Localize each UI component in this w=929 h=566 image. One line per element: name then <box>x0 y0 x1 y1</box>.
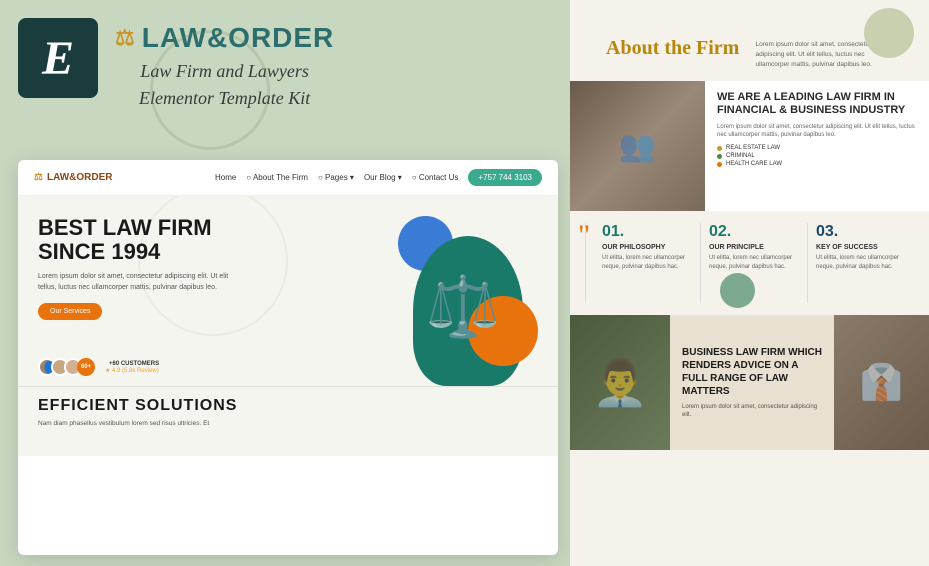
nav-link-pages[interactable]: ○ Pages ▾ <box>318 173 354 182</box>
preview-bottom: EFFICIENT SOLUTIONS Nam diam phasellus v… <box>18 386 558 456</box>
phil-label-1: OUR PHILOSOPHY <box>602 244 692 251</box>
deco-circle-1 <box>150 30 270 150</box>
nav-brand-name: LAW&ORDER <box>47 172 113 183</box>
about-section: About the Firm Lorem ipsum dolor sit ame… <box>586 16 913 69</box>
leading-image: 👥 <box>570 81 705 211</box>
leading-image-inner: 👥 <box>570 81 705 211</box>
phil-label-3: KEY OF SUCCESS <box>816 244 906 251</box>
nav-link-contact[interactable]: ○ Contact Us <box>412 173 459 182</box>
leading-tags: REAL ESTATE LAW CRIMINAL HEALTH CARE LAW <box>717 145 917 167</box>
preview-hero: BEST LAW FIRM SINCE 1994 Lorem ipsum dol… <box>18 196 558 386</box>
phil-body-2: Ut elitta, lorem nec ullamcorper neque, … <box>709 254 799 271</box>
phil-label-2: OUR PRINCIPLE <box>709 244 799 251</box>
avatar-count: 60+ <box>77 358 95 376</box>
leading-title: WE ARE A LEADING LAW FIRM IN FINANCIAL &… <box>717 91 917 117</box>
elementor-e-letter: E <box>42 31 74 86</box>
preview-nav: ⚖ LAW&ORDER Home ○ About The Firm ○ Page… <box>18 160 558 196</box>
phil-item-1: 01. OUR PHILOSOPHY Ut elitta, lorem nec … <box>585 223 700 303</box>
right-bottom: 👨‍💼 BUSINESS LAW FIRM WHICH RENDERS ADVI… <box>570 315 929 450</box>
nav-link-blog[interactable]: Our Blog ▾ <box>364 173 402 182</box>
bottom-body: Lorem ipsum dolor sit amet, consectetur … <box>682 403 822 420</box>
nav-cta-button[interactable]: +757 744 3103 <box>468 169 542 186</box>
about-deco-circle <box>864 8 914 58</box>
elementor-logo: E <box>18 18 98 98</box>
avatar-stack: 👤 60+ <box>38 358 95 376</box>
left-panel: E ⚖ LAW&ORDER Law Firm and Lawyers Eleme… <box>0 0 570 566</box>
tag-dot-1 <box>717 146 722 151</box>
phil-item-3: 03. KEY OF SUCCESS Ut elitta, lorem nec … <box>807 223 914 303</box>
bottom-title: BUSINESS LAW FIRM WHICH RENDERS ADVICE O… <box>682 346 822 398</box>
tag-dot-3 <box>717 162 722 167</box>
philosophy-section: " 01. OUR PHILOSOPHY Ut elitta, lorem ne… <box>570 213 929 313</box>
efficient-sub: Nam diam phasellus vestibulum lorem sed … <box>38 419 538 428</box>
nav-link-about[interactable]: ○ About The Firm <box>246 173 308 182</box>
hero-body-text: Lorem ipsum dolor sit amet, consectetur … <box>38 272 248 293</box>
justice-figure: ⚖️ <box>418 226 508 386</box>
phil-quote-icon: " <box>578 221 590 251</box>
leading-tag-2: CRIMINAL <box>717 153 917 159</box>
customers-rating: ★ 4.9 (5.8k Review) <box>105 367 159 374</box>
leading-content: WE ARE A LEADING LAW FIRM IN FINANCIAL &… <box>705 81 929 211</box>
phil-number-2: 02. <box>709 223 799 241</box>
leading-tag-3: HEALTH CARE LAW <box>717 161 917 167</box>
phil-number-1: 01. <box>602 223 692 241</box>
leading-body: Lorem ipsum dolor sit amet, consectetur … <box>717 123 917 140</box>
about-heading: About the Firm <box>606 36 744 60</box>
tag-dot-2 <box>717 154 722 159</box>
nav-links: Home ○ About The Firm ○ Pages ▾ Our Blog… <box>215 173 458 182</box>
efficient-text: EFFICIENT SOLUTIONS <box>38 397 538 415</box>
right-panel: About the Firm Lorem ipsum dolor sit ame… <box>570 0 929 566</box>
hero-services-button[interactable]: Our Services <box>38 303 102 320</box>
nav-link-home[interactable]: Home <box>215 173 236 182</box>
leading-tag-1: REAL ESTATE LAW <box>717 145 917 151</box>
bottom-left-image: 👨‍💼 <box>570 315 670 450</box>
phil-body-1: Ut elitta, lorem nec ullamcorper neque, … <box>602 254 692 271</box>
customers-label: +60 CUSTOMERS <box>109 361 159 367</box>
bottom-content: BUSINESS LAW FIRM WHICH RENDERS ADVICE O… <box>670 315 834 450</box>
phil-body-3: Ut elitta, lorem nec ullamcorper neque, … <box>816 254 906 271</box>
nav-logo: ⚖ LAW&ORDER <box>34 172 113 183</box>
phil-number-3: 03. <box>816 223 906 241</box>
scales-icon: ⚖ <box>115 25 136 51</box>
leading-section: 👥 WE ARE A LEADING LAW FIRM IN FINANCIAL… <box>570 81 929 211</box>
website-preview: ⚖ LAW&ORDER Home ○ About The Firm ○ Page… <box>18 160 558 555</box>
hero-customers: 👤 60+ +60 CUSTOMERS ★ 4.9 (5.8k Review) <box>38 358 159 376</box>
nav-scales-icon: ⚖ <box>34 172 43 183</box>
bottom-right-image: 👔 <box>834 315 929 450</box>
